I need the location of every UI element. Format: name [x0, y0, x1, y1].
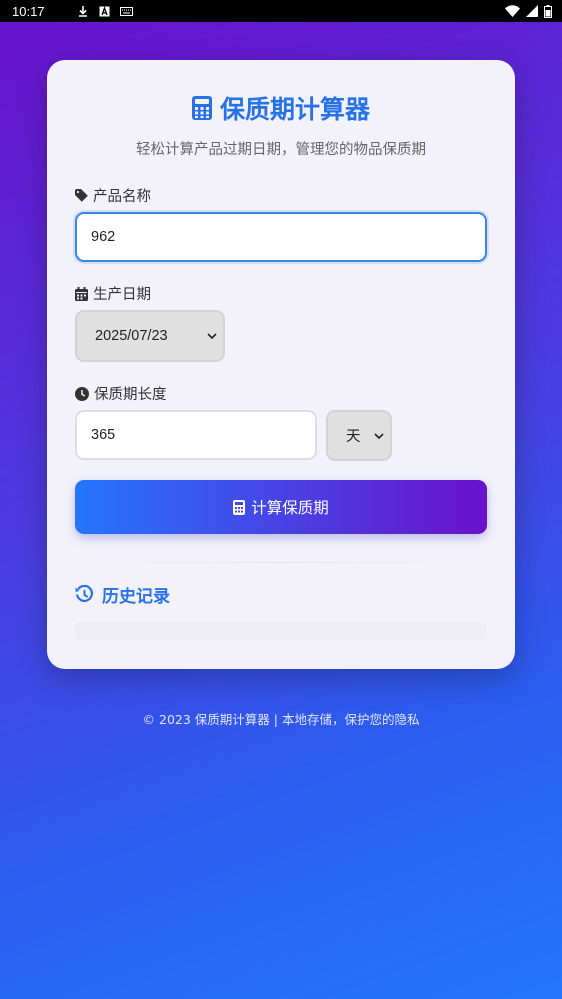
production-date-select[interactable]: 2025/07/23 — [75, 310, 225, 362]
tag-icon — [75, 189, 88, 202]
status-bar: 10:17 — [0, 0, 562, 22]
title-text: 保质期计算器 — [219, 95, 370, 124]
status-time: 10:17 — [12, 3, 45, 19]
shelf-life-input[interactable]: 365 — [75, 410, 317, 460]
signal-icon — [526, 5, 538, 17]
divider — [75, 562, 487, 563]
chevron-down-icon — [207, 333, 217, 339]
wifi-icon — [505, 5, 520, 17]
keyboard-icon — [119, 6, 133, 16]
calculate-button[interactable]: 计算保质期 — [75, 480, 487, 534]
download-icon — [77, 5, 89, 17]
calculator-card: 保质期计算器 轻松计算产品过期日期，管理您的物品保质期 产品名称 962 生产日… — [47, 60, 515, 669]
calendar-icon — [75, 286, 88, 301]
footer: © 2023 保质期计算器 | 本地存储，保护您的隐私 — [142, 712, 420, 727]
calculator-icon — [191, 96, 212, 120]
shelf-life-unit-select[interactable]: 天 — [326, 410, 392, 461]
product-name-input[interactable]: 962 — [75, 212, 487, 262]
history-list — [75, 622, 487, 640]
production-date-label: 生产日期 — [75, 283, 151, 304]
product-name-label: 产品名称 — [75, 185, 151, 206]
page-title: 保质期计算器 — [47, 90, 515, 126]
subtitle: 轻松计算产品过期日期，管理您的物品保质期 — [136, 142, 426, 158]
history-title: 历史记录 — [75, 582, 170, 607]
battery-icon — [544, 4, 552, 18]
a-icon — [99, 5, 110, 17]
chevron-down-icon — [374, 432, 384, 439]
clock-icon — [75, 386, 89, 401]
shelf-life-label: 保质期长度 — [75, 383, 167, 404]
history-icon — [75, 585, 94, 604]
calculator-icon — [233, 499, 246, 515]
